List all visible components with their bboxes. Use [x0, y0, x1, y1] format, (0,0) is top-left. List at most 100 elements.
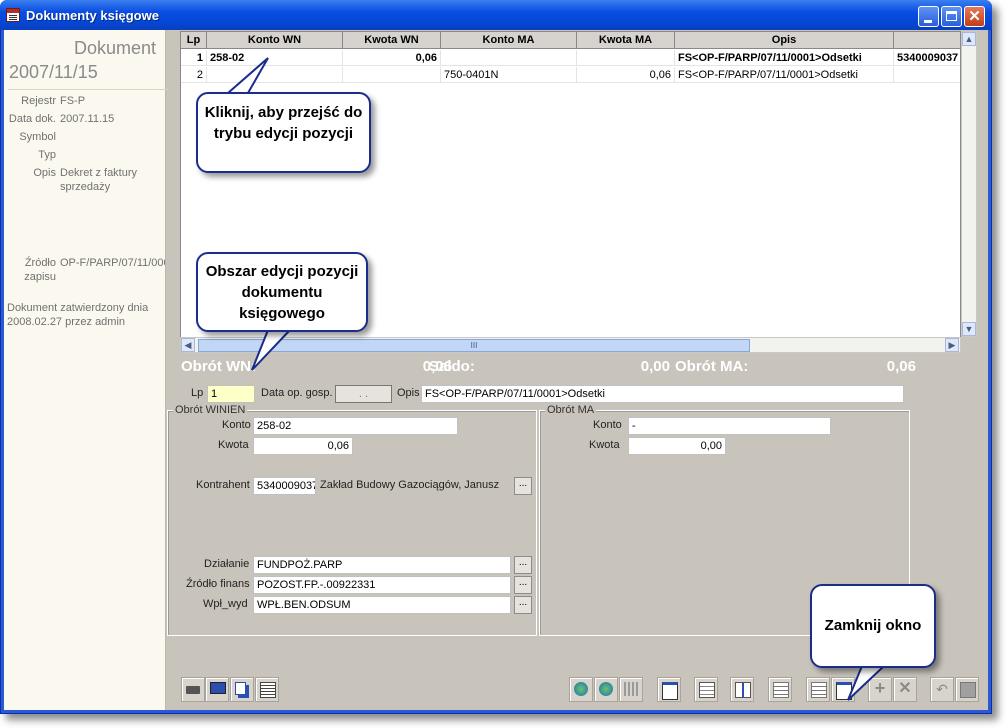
- date-value: 2007.11.15: [60, 113, 115, 125]
- close-button[interactable]: ✕: [964, 6, 985, 27]
- undo-icon: ↶: [936, 681, 948, 697]
- konto-ma-field[interactable]: -: [628, 417, 831, 435]
- obrot-winien-title: Obrót WINIEN: [173, 404, 248, 416]
- column-header[interactable]: Konto WN: [207, 32, 343, 49]
- zrodlo-finans-field[interactable]: POZOST.FP.-.00922331: [253, 576, 511, 594]
- data-op-field[interactable]: . .: [335, 385, 392, 403]
- window-icon: [662, 682, 678, 700]
- report-button[interactable]: [255, 677, 279, 702]
- export-button[interactable]: [594, 677, 618, 702]
- dzialanie-field[interactable]: FUNDPOŻ.PARP: [253, 556, 511, 574]
- opis-value: Dekret z faktury: [60, 167, 138, 179]
- scroll-right-button[interactable]: ▶: [945, 338, 959, 352]
- scroll-down-button[interactable]: ▼: [962, 322, 976, 336]
- zrodlo-finans-label: Źródło finans: [186, 578, 250, 590]
- printer-icon: [186, 686, 200, 694]
- copy-button[interactable]: [230, 677, 254, 702]
- undo-button[interactable]: ↶: [930, 677, 954, 702]
- cell-kwota-wn: [343, 67, 441, 83]
- document-number: 2007/11/15: [9, 62, 98, 82]
- add-button[interactable]: +: [868, 677, 892, 702]
- kontrahent-browse-button[interactable]: ...: [514, 477, 532, 495]
- opis-value-line2: sprzedaży: [60, 181, 111, 193]
- close-window-icon: [836, 682, 852, 700]
- field-label: Opis: [33, 167, 56, 179]
- maximize-button[interactable]: [941, 6, 962, 27]
- lp-label: Lp: [191, 387, 204, 399]
- table-button[interactable]: [768, 677, 792, 702]
- field-label: Źródło: [24, 257, 56, 269]
- calendar-button[interactable]: [694, 677, 718, 702]
- column-header[interactable]: [894, 32, 960, 49]
- delete-button[interactable]: ✕: [893, 677, 917, 702]
- cell-kwota-ma: 0,06: [577, 67, 675, 83]
- vertical-scrollbar[interactable]: ▲ ▼: [961, 31, 977, 337]
- split-icon: [624, 682, 638, 696]
- wpl-wyd-browse-button[interactable]: ...: [514, 596, 532, 614]
- column-header[interactable]: Lp: [181, 32, 207, 49]
- callout-close-window: Zamknij okno: [810, 584, 936, 668]
- data-op-label: Data op. gosp.: [261, 387, 333, 399]
- column-header[interactable]: Konto MA: [441, 32, 577, 49]
- kwota-wn-field[interactable]: 0,06: [253, 437, 353, 455]
- kwota-ma-field[interactable]: 0,00: [628, 437, 726, 455]
- preview-button[interactable]: [205, 677, 229, 702]
- sort-button[interactable]: [730, 677, 754, 702]
- globe-down-icon: [574, 682, 588, 696]
- scroll-up-button[interactable]: ▲: [962, 32, 976, 46]
- report-icon: [260, 682, 276, 698]
- wpl-wyd-field[interactable]: WPŁ.BEN.ODSUM: [253, 596, 511, 614]
- field-label: Symbol: [19, 131, 56, 143]
- cell-lp: 2: [181, 67, 207, 83]
- saldo-value: 0,00: [640, 358, 670, 375]
- kontrahent-name: Zakład Budowy Gazociągów, Janusz: [320, 479, 500, 491]
- window-title: Dokumenty księgowe: [26, 8, 159, 23]
- callout-edit-mode: Kliknij, aby przejść do trybu edycji poz…: [196, 92, 371, 173]
- scroll-thumb[interactable]: III: [198, 339, 750, 352]
- cell-konto-ma: [441, 50, 577, 66]
- minimize-button[interactable]: [918, 6, 939, 27]
- table-row[interactable]: 2 750-0401N 0,06 FS<OP-F/PARP/07/11/0001…: [181, 67, 960, 84]
- saldo-label: Saldo:: [429, 358, 475, 375]
- status-text: Dokument zatwierdzony dnia: [7, 302, 149, 314]
- table-row[interactable]: 1 258-02 0,06 FS<OP-F/PARP/07/11/0001>Od…: [181, 50, 960, 67]
- obrot-wn-label: Obrót WN:: [181, 358, 256, 375]
- zrodlo-value: OP-F/PARP/07/11/000: [60, 257, 165, 269]
- cell-extra: [894, 67, 960, 83]
- close-icon: ✕: [968, 8, 981, 25]
- scroll-left-button[interactable]: ◀: [181, 338, 195, 352]
- callout-edit-area: Obszar edycji pozycji dokumentu księgowe…: [196, 252, 368, 332]
- divider: [8, 89, 168, 90]
- cell-opis: FS<OP-F/PARP/07/11/0001>Odsetki: [675, 50, 894, 66]
- dzialanie-browse-button[interactable]: ...: [514, 556, 532, 574]
- kontrahent-code-field[interactable]: 5340009037: [253, 477, 316, 495]
- konto-wn-field[interactable]: 258-02: [253, 417, 458, 435]
- kontrahent-label: Kontrahent: [196, 479, 250, 491]
- column-header[interactable]: Kwota MA: [577, 32, 675, 49]
- field-label: Data dok.: [8, 113, 56, 125]
- globe-up-icon: [599, 682, 613, 696]
- split-button[interactable]: [619, 677, 643, 702]
- table-edit-button[interactable]: [806, 677, 830, 702]
- lp-field[interactable]: 1: [207, 385, 255, 403]
- app-icon: [6, 8, 20, 22]
- obrot-ma-label: Obrót MA:: [675, 358, 749, 375]
- column-header[interactable]: Kwota WN: [343, 32, 441, 49]
- save-button[interactable]: [955, 677, 979, 702]
- zrodlo-finans-browse-button[interactable]: ...: [514, 576, 532, 594]
- table-edit-icon: [811, 682, 827, 698]
- field-label: Rejestr: [21, 95, 56, 107]
- import-button[interactable]: [569, 677, 593, 702]
- plus-icon: +: [874, 678, 886, 698]
- cell-konto-wn: 258-02: [207, 50, 343, 66]
- horizontal-scrollbar[interactable]: ◀ III ▶: [180, 337, 961, 353]
- column-header[interactable]: Opis: [675, 32, 894, 49]
- print-button[interactable]: [181, 677, 205, 702]
- obrot-ma-value: 0,06: [886, 358, 916, 375]
- opis-field[interactable]: FS<OP-F/PARP/07/11/0001>Odsetki: [421, 385, 904, 403]
- window-button[interactable]: [657, 677, 681, 702]
- close-form-button[interactable]: [831, 677, 855, 702]
- cell-konto-ma: 750-0401N: [441, 67, 577, 83]
- wpl-wyd-label: Wpł_wyd: [203, 598, 248, 610]
- cell-konto-wn: [207, 67, 343, 83]
